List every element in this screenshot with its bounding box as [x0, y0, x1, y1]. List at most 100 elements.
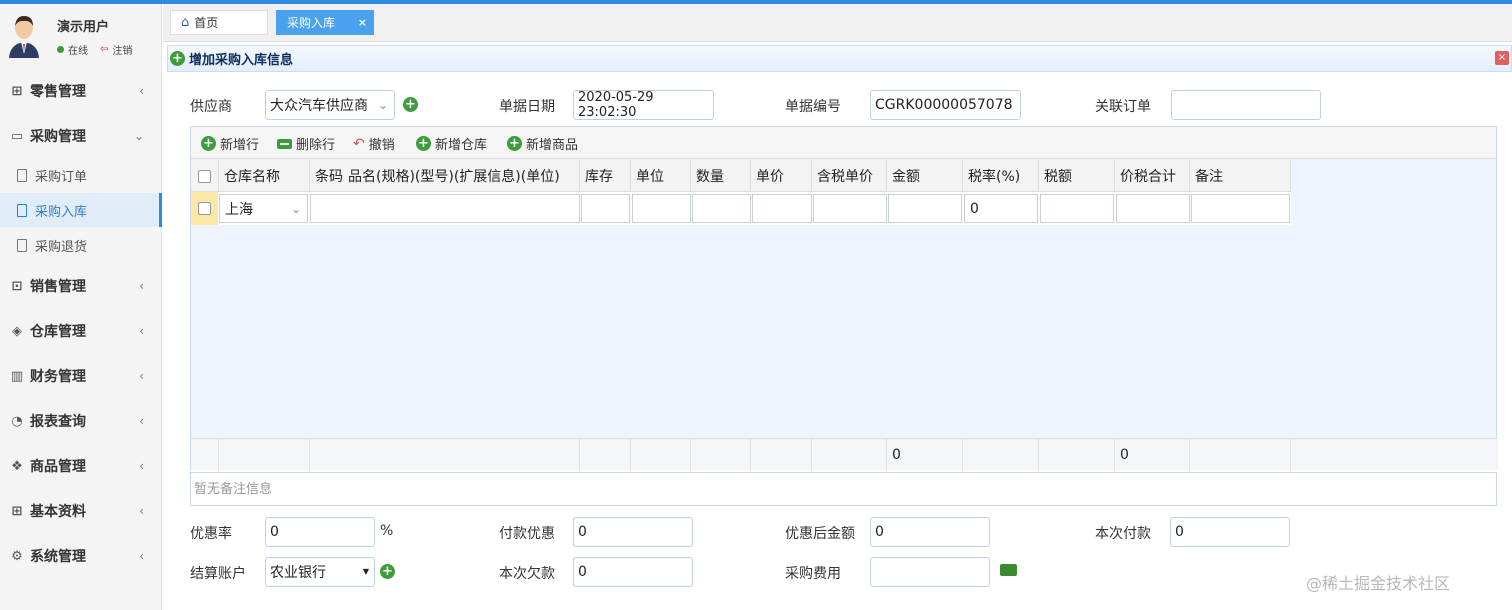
sidebar-item-sales[interactable]: ⊡ 销售管理 ‹: [0, 266, 162, 306]
col-tax-unit-price[interactable]: 含税单价: [812, 160, 887, 192]
purchase-fee-field[interactable]: [870, 557, 990, 587]
sidebar-item-purchase-return[interactable]: 采购退货: [0, 228, 162, 262]
tab-purchase-in[interactable]: 采购入库 ×: [276, 10, 374, 35]
col-product[interactable]: 品名(规格)(型号)(扩展信息)(单位): [343, 160, 580, 192]
amount-input[interactable]: [888, 194, 962, 223]
footer-total: 0: [1115, 439, 1190, 471]
col-remark[interactable]: 备注: [1190, 160, 1291, 192]
unit-input[interactable]: [632, 194, 691, 223]
panel-close-icon[interactable]: ×: [1495, 51, 1509, 65]
row-checkbox[interactable]: [198, 202, 211, 215]
footer-cell: [751, 439, 812, 471]
sidebar-item-finance[interactable]: ▥ 财务管理 ‹: [0, 356, 162, 396]
sidebar-item-basic[interactable]: ⊞ 基本资料 ‹: [0, 491, 162, 531]
add-warehouse-button[interactable]: + 新增仓库: [416, 134, 487, 153]
sidebar-item-label: 基本资料: [30, 504, 86, 520]
footer-cell: [691, 439, 751, 471]
close-icon[interactable]: ×: [358, 16, 367, 29]
date-field[interactable]: 2020-05-29 23:02:30: [573, 90, 714, 120]
footer-cell: [219, 439, 310, 471]
sidebar-item-reports[interactable]: ◔ 报表查询 ‹: [0, 401, 162, 441]
logout-icon[interactable]: ⇦: [100, 44, 108, 55]
chevron-down-icon[interactable]: ⌄: [285, 195, 307, 222]
tab-home[interactable]: ⌂ 首页: [170, 10, 268, 35]
tax-amount-input[interactable]: [1040, 194, 1114, 223]
caret-down-icon: ▼: [362, 567, 369, 576]
sidebar-item-purchase-order[interactable]: 采购订单: [0, 158, 162, 192]
select-all-checkbox-cell[interactable]: [191, 160, 219, 192]
this-debt-label: 本次欠款: [499, 566, 555, 582]
col-quantity[interactable]: 数量: [691, 160, 751, 192]
col-tax-rate[interactable]: 税率(%): [963, 160, 1039, 192]
stock-input[interactable]: [581, 194, 630, 223]
delete-row-button[interactable]: 删除行: [277, 134, 335, 153]
number-label: 单据编号: [785, 99, 841, 115]
user-status: 在线 ⇦ 注销: [57, 42, 132, 57]
tab-bar: ⌂ 首页 采购入库 ×: [163, 4, 1512, 42]
this-payment-field[interactable]: 0: [1170, 517, 1290, 547]
this-debt-field[interactable]: 0: [573, 557, 693, 587]
col-total[interactable]: 价税合计: [1115, 160, 1190, 192]
col-amount[interactable]: 金额: [887, 160, 963, 192]
chevron-down-icon[interactable]: ⌄: [372, 91, 394, 119]
grid-icon: ⊞: [11, 503, 23, 519]
tax-rate-value: 0: [970, 200, 979, 217]
supplier-label: 供应商: [190, 99, 232, 115]
col-unit[interactable]: 单位: [631, 160, 691, 192]
sidebar-item-system[interactable]: ⚙ 系统管理 ‹: [0, 536, 162, 576]
footer-cell: [812, 439, 887, 471]
col-stock[interactable]: 库存: [580, 160, 631, 192]
col-warehouse[interactable]: 仓库名称: [219, 160, 310, 192]
total-input[interactable]: [1116, 194, 1190, 223]
pie-chart-icon: ◔: [11, 413, 23, 429]
delete-row-label: 删除行: [296, 138, 336, 153]
discount-rate-field[interactable]: 0: [265, 517, 375, 547]
supplier-combo[interactable]: 大众汽车供应商 ⌄: [265, 90, 395, 120]
chevron-left-icon: ‹: [139, 324, 144, 338]
unit-price-input[interactable]: [752, 194, 812, 223]
footer-cell: [631, 439, 691, 471]
select-all-checkbox[interactable]: [198, 169, 211, 183]
add-supplier-icon[interactable]: +: [403, 97, 418, 112]
remark-input[interactable]: [1191, 194, 1290, 223]
sidebar-item-goods[interactable]: ❖ 商品管理 ‹: [0, 446, 162, 486]
logout-link[interactable]: 注销: [112, 42, 132, 57]
sidebar-item-purchase[interactable]: ▭ 采购管理 ⌄: [0, 116, 162, 156]
add-account-icon[interactable]: +: [380, 564, 395, 579]
money-icon[interactable]: [1000, 564, 1017, 576]
row-checkbox-cell[interactable]: [191, 192, 218, 225]
add-goods-button[interactable]: + 新增商品: [507, 134, 578, 153]
delete-icon: [277, 138, 292, 149]
payment-discount-field[interactable]: 0: [573, 517, 693, 547]
col-barcode[interactable]: 条码: [310, 160, 345, 192]
sidebar-item-label: 财务管理: [30, 369, 86, 385]
footer-cell: [310, 439, 580, 471]
col-unit-price[interactable]: 单价: [751, 160, 812, 192]
related-order-field[interactable]: [1171, 90, 1321, 120]
table-row[interactable]: 上海 ⌄ 0: [191, 192, 1291, 225]
product-input[interactable]: [310, 194, 580, 223]
sidebar-item-label: 采购管理: [30, 129, 86, 145]
percent-label: %: [380, 523, 394, 539]
col-tax-amount[interactable]: 税额: [1039, 160, 1115, 192]
sidebar-item-warehouse[interactable]: ◈ 仓库管理 ‹: [0, 311, 162, 351]
undo-button[interactable]: ↶ 撤销: [353, 134, 395, 154]
remark-textarea[interactable]: 暂无备注信息: [190, 472, 1497, 506]
warehouse-combo[interactable]: 上海 ⌄: [219, 194, 308, 223]
add-row-label: 新增行: [220, 138, 260, 153]
document-icon: [17, 238, 27, 252]
sidebar-item-label: 系统管理: [30, 549, 86, 565]
warehouse-value: 上海: [225, 201, 253, 218]
after-discount-field[interactable]: 0: [870, 517, 990, 547]
number-field[interactable]: CGRK00000057078: [870, 90, 1021, 120]
tax-unit-price-input[interactable]: [813, 194, 887, 223]
add-row-button[interactable]: + 新增行: [201, 134, 259, 153]
account-select[interactable]: 农业银行 ▼: [265, 557, 375, 587]
quantity-input[interactable]: [692, 194, 751, 223]
tax-rate-input[interactable]: 0: [964, 194, 1038, 223]
sidebar-item-purchase-in[interactable]: 采购入库: [0, 193, 162, 227]
sidebar: 演示用户 在线 ⇦ 注销 ⊞ 零售管理 ‹ ▭ 采购管理 ⌄ 采购订单 采购入库…: [0, 4, 162, 610]
user-name: 演示用户: [57, 20, 110, 35]
payment-discount-label: 付款优惠: [499, 526, 555, 542]
sidebar-item-retail[interactable]: ⊞ 零售管理 ‹: [0, 71, 162, 111]
